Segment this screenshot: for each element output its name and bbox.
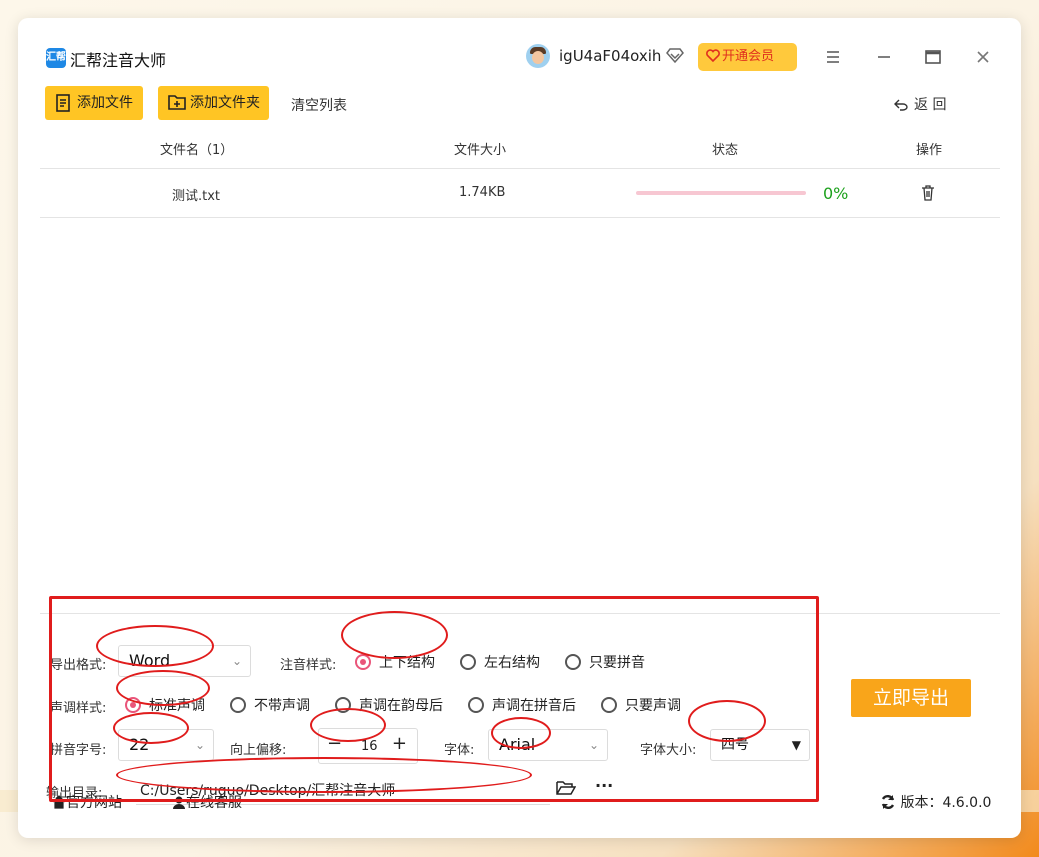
support-icon (173, 796, 185, 809)
radio-dot (460, 654, 476, 670)
radio-label: 上下结构 (379, 655, 435, 671)
add-folder-label: 添加文件夹 (190, 95, 260, 111)
folder-add-icon (168, 95, 186, 110)
format-label: 导出格式: (50, 658, 107, 673)
support-label: 在线客服 (186, 795, 242, 811)
radio-label: 只要拼音 (589, 655, 645, 671)
close-icon[interactable] (974, 48, 992, 66)
back-label: 返 回 (914, 97, 947, 113)
row-filesize: 1.74KB (459, 185, 506, 200)
website-label: 官方网站 (66, 795, 122, 811)
radio-dot (230, 697, 246, 713)
add-file-label: 添加文件 (77, 95, 133, 111)
plus-icon[interactable]: + (392, 733, 407, 754)
chevron-down-icon: ⌄ (231, 654, 242, 668)
header-status: 状态 (712, 143, 739, 158)
font-select[interactable]: Arial ⌄ (488, 729, 608, 761)
vip-heart-icon (706, 49, 720, 63)
version-info: 版本：4.6.0.0 (880, 792, 991, 812)
radio-dot (335, 697, 351, 713)
refresh-icon[interactable] (880, 794, 896, 810)
offset-label: 向上偏移: (230, 743, 287, 758)
chevron-down-icon: ⌄ (588, 738, 599, 752)
radio-dot (355, 654, 371, 670)
maximize-icon[interactable] (924, 48, 942, 66)
diamond-icon (666, 48, 684, 64)
radio-dot (601, 697, 617, 713)
row-filename: 测试.txt (172, 189, 221, 204)
radio-tone-none[interactable]: 不带声调 (230, 695, 310, 715)
format-value: Word (129, 651, 171, 670)
app-logo-icon: 汇帮 (46, 48, 66, 68)
progress-bar (636, 191, 806, 195)
header-action: 操作 (916, 143, 943, 158)
add-folder-button[interactable]: 添加文件夹 (158, 86, 269, 120)
version-label: 版本：4.6.0.0 (900, 795, 992, 811)
caret-down-icon: ▼ (791, 738, 801, 752)
app-title: 汇帮注音大师 (70, 51, 167, 70)
file-table-header: 文件名（1） 文件大小 状态 操作 (40, 130, 1000, 169)
pinyin-size-label: 拼音字号: (50, 743, 107, 758)
radio-label: 标准声调 (149, 698, 205, 714)
export-button[interactable]: 立即导出 (851, 679, 971, 717)
progress-percent: 0% (823, 184, 849, 203)
radio-label: 声调在拼音后 (492, 698, 576, 714)
back-icon (894, 99, 908, 111)
radio-annotation-top-bottom[interactable]: 上下结构 (355, 652, 435, 672)
font-size-value: 四号 (721, 737, 749, 753)
annotation-label: 注音样式: (280, 658, 337, 673)
offset-stepper[interactable]: − 16 + (318, 728, 418, 764)
table-row[interactable]: 测试.txt 1.74KB 0% (40, 169, 1000, 218)
radio-label: 声调在韵母后 (359, 698, 443, 714)
format-select[interactable]: Word ⌄ (118, 645, 251, 677)
header-filename: 文件名（1） (160, 143, 234, 158)
radio-label: 只要声调 (625, 698, 681, 714)
radio-label: 左右结构 (484, 655, 540, 671)
radio-annotation-left-right[interactable]: 左右结构 (460, 652, 540, 672)
header-filesize: 文件大小 (454, 143, 507, 158)
menu-icon[interactable] (824, 48, 842, 66)
font-value: Arial (499, 735, 536, 754)
font-label: 字体: (444, 743, 475, 758)
font-size-select[interactable]: 四号 ▼ (710, 729, 810, 761)
radio-tone-after-final[interactable]: 声调在韵母后 (335, 695, 443, 715)
minus-icon[interactable]: − (327, 733, 342, 754)
tone-label: 声调样式: (50, 701, 107, 716)
vip-label: 开通会员 (722, 49, 775, 64)
official-website-link[interactable]: 官方网站 (52, 792, 122, 812)
radio-dot (125, 697, 141, 713)
pinyin-size-select[interactable]: 22 ⌄ (118, 729, 214, 761)
username[interactable]: igU4aF04oxih (559, 47, 661, 65)
clear-list-button[interactable]: 清空列表 (291, 95, 347, 115)
avatar-face (532, 51, 544, 64)
radio-tone-only[interactable]: 只要声调 (601, 695, 681, 715)
avatar[interactable] (526, 44, 550, 68)
radio-tone-standard[interactable]: 标准声调 (125, 695, 205, 715)
font-size-label: 字体大小: (640, 743, 697, 758)
pinyin-size-value: 22 (129, 735, 150, 754)
offset-value: 16 (361, 739, 378, 754)
radio-annotation-pinyin-only[interactable]: 只要拼音 (565, 652, 645, 672)
radio-label: 不带声调 (254, 698, 310, 714)
add-file-button[interactable]: 添加文件 (45, 86, 143, 120)
delete-icon[interactable] (921, 185, 935, 201)
home-icon (52, 795, 66, 809)
app-window: 汇帮 汇帮注音大师 igU4aF04oxih 开通会员 添加文件 添加文件夹 清… (18, 18, 1021, 838)
back-button[interactable]: 返 回 (894, 94, 946, 114)
vip-button[interactable]: 开通会员 (698, 43, 797, 71)
radio-dot (565, 654, 581, 670)
chevron-down-icon: ⌄ (194, 738, 205, 752)
radio-dot (468, 697, 484, 713)
online-support-link[interactable]: 在线客服 (172, 792, 242, 812)
minimize-icon[interactable] (875, 48, 893, 66)
footer: 官方网站 在线客服 版本：4.6.0.0 (18, 786, 1021, 816)
file-icon (56, 94, 70, 112)
radio-tone-after-pinyin[interactable]: 声调在拼音后 (468, 695, 576, 715)
